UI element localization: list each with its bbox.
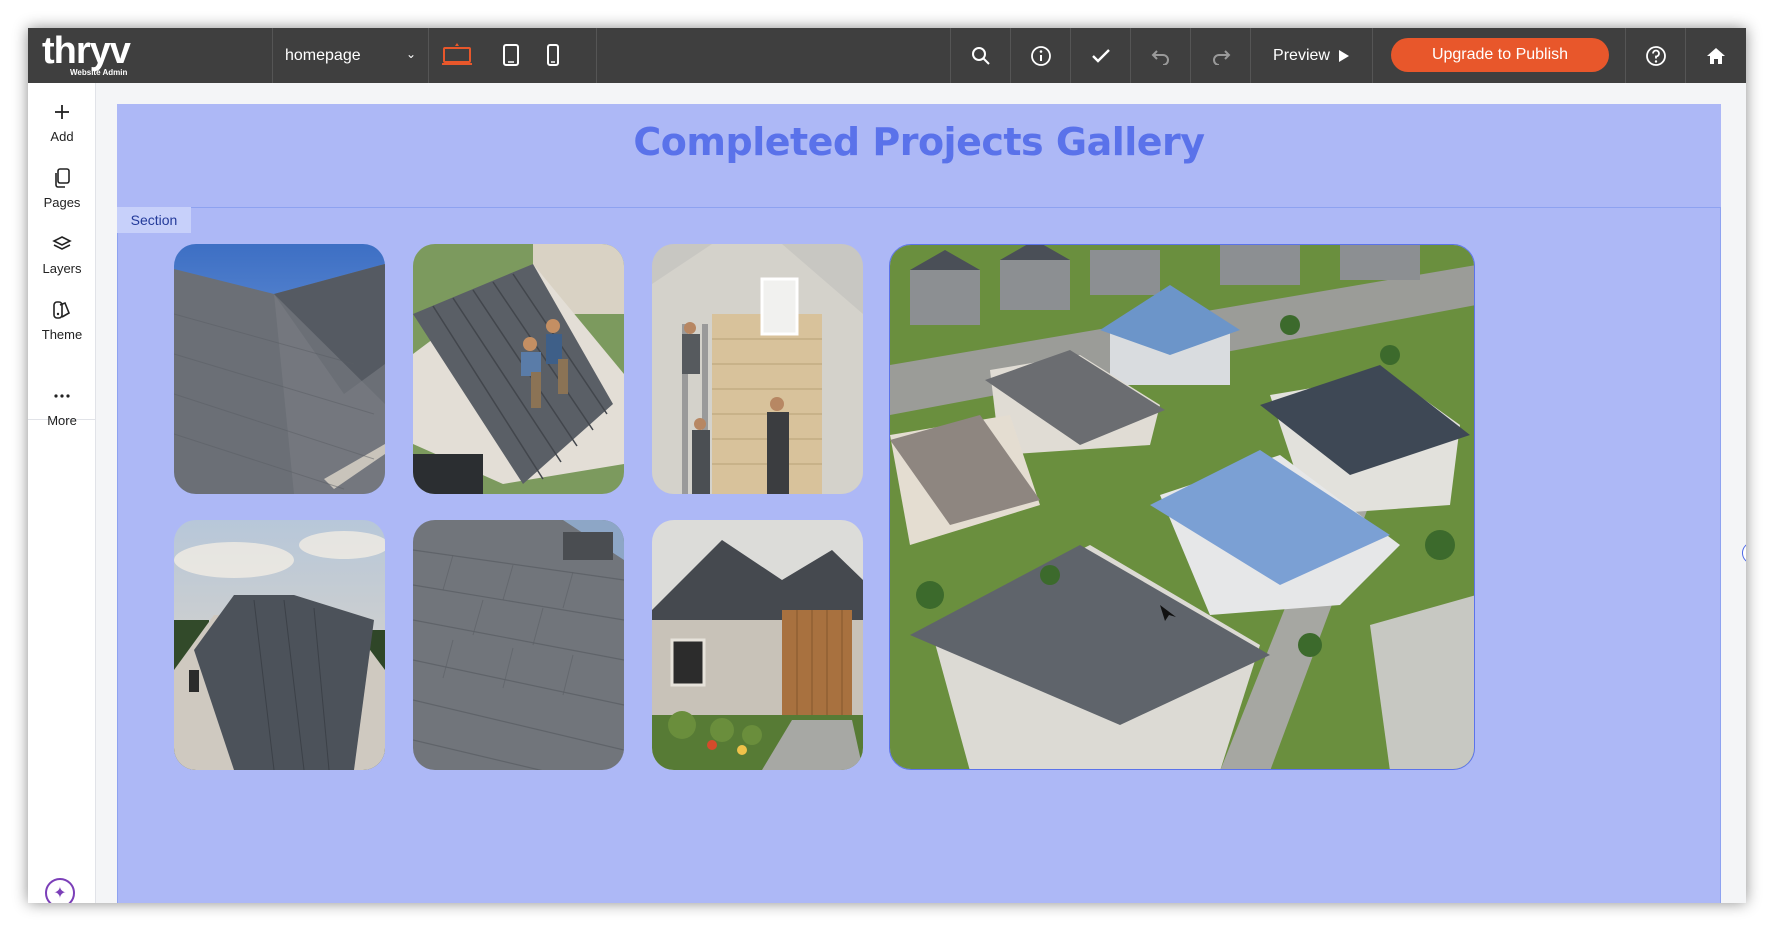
top-toolbar: thryv Website Admin homepage ⌄ Preview U… bbox=[28, 28, 1746, 83]
sidebar-item-pages[interactable]: Pages bbox=[28, 167, 96, 210]
sidebar-item-label: Pages bbox=[43, 195, 81, 210]
home-icon[interactable] bbox=[1686, 28, 1746, 83]
siding-installation-photo[interactable] bbox=[652, 244, 863, 494]
sidebar-item-label: Add bbox=[50, 129, 74, 144]
metal-roof-installation-photo[interactable] bbox=[413, 244, 624, 494]
asphalt-shingle-roof-photo[interactable] bbox=[174, 244, 385, 494]
page-select-dropdown[interactable]: homepage ⌄ bbox=[273, 28, 429, 83]
redo-icon[interactable] bbox=[1190, 28, 1250, 83]
search-icon[interactable] bbox=[950, 28, 1010, 83]
editor-tools bbox=[950, 28, 1250, 83]
logo[interactable]: thryv Website Admin bbox=[28, 28, 273, 83]
page-select-value: homepage bbox=[285, 46, 361, 64]
more-icon bbox=[54, 394, 70, 398]
layers-icon bbox=[52, 236, 72, 250]
preview-button[interactable]: Preview bbox=[1250, 28, 1372, 83]
undo-icon[interactable] bbox=[1130, 28, 1190, 83]
pages-icon bbox=[55, 168, 70, 188]
shingle-closeup-photo[interactable] bbox=[413, 520, 624, 770]
info-icon[interactable] bbox=[1010, 28, 1070, 83]
sidebar-item-add[interactable]: Add bbox=[28, 101, 96, 144]
tablet-icon[interactable] bbox=[493, 40, 529, 70]
play-icon bbox=[1338, 49, 1349, 62]
left-sidebar: Add Pages Layers Theme More ✦ bbox=[28, 83, 96, 903]
upgrade-area: Upgrade to Publish bbox=[1372, 28, 1626, 83]
ai-assistant-icon[interactable]: ✦ bbox=[45, 878, 75, 903]
mobile-icon[interactable] bbox=[535, 40, 571, 70]
device-switcher bbox=[429, 28, 597, 83]
chevron-down-icon: ⌄ bbox=[405, 47, 416, 61]
app-window: thryv Website Admin homepage ⌄ Preview U… bbox=[28, 28, 1746, 903]
add-element-handle[interactable]: + bbox=[1742, 542, 1746, 564]
sidebar-item-label: Theme bbox=[41, 327, 83, 342]
help-icon[interactable] bbox=[1626, 28, 1686, 83]
metal-roof-house-photo[interactable] bbox=[174, 520, 385, 770]
sidebar-item-theme[interactable]: Theme bbox=[28, 299, 96, 342]
gallery-section[interactable]: Completed Projects Gallery Section bbox=[117, 104, 1746, 903]
desktop-icon[interactable] bbox=[439, 40, 475, 70]
check-icon[interactable] bbox=[1070, 28, 1130, 83]
upgrade-to-publish-button[interactable]: Upgrade to Publish bbox=[1391, 38, 1609, 72]
logo-subtitle: Website Admin bbox=[70, 68, 128, 77]
plus-icon bbox=[55, 105, 69, 119]
preview-label: Preview bbox=[1273, 46, 1330, 64]
sidebar-item-label: Layers bbox=[42, 261, 82, 276]
section-title[interactable]: Completed Projects Gallery bbox=[117, 120, 1721, 164]
aerial-neighborhood-photo[interactable] bbox=[889, 244, 1475, 770]
editor-canvas: Completed Projects Gallery Section bbox=[96, 83, 1746, 903]
section-tag[interactable]: Section bbox=[117, 207, 191, 233]
sidebar-item-layers[interactable]: Layers bbox=[28, 233, 96, 276]
theme-icon bbox=[53, 301, 71, 319]
modern-farmhouse-photo[interactable] bbox=[652, 520, 863, 770]
sidebar-item-label: More bbox=[47, 413, 77, 428]
logo-wordmark: thryv bbox=[42, 30, 131, 72]
sidebar-item-more[interactable]: More bbox=[28, 385, 96, 428]
